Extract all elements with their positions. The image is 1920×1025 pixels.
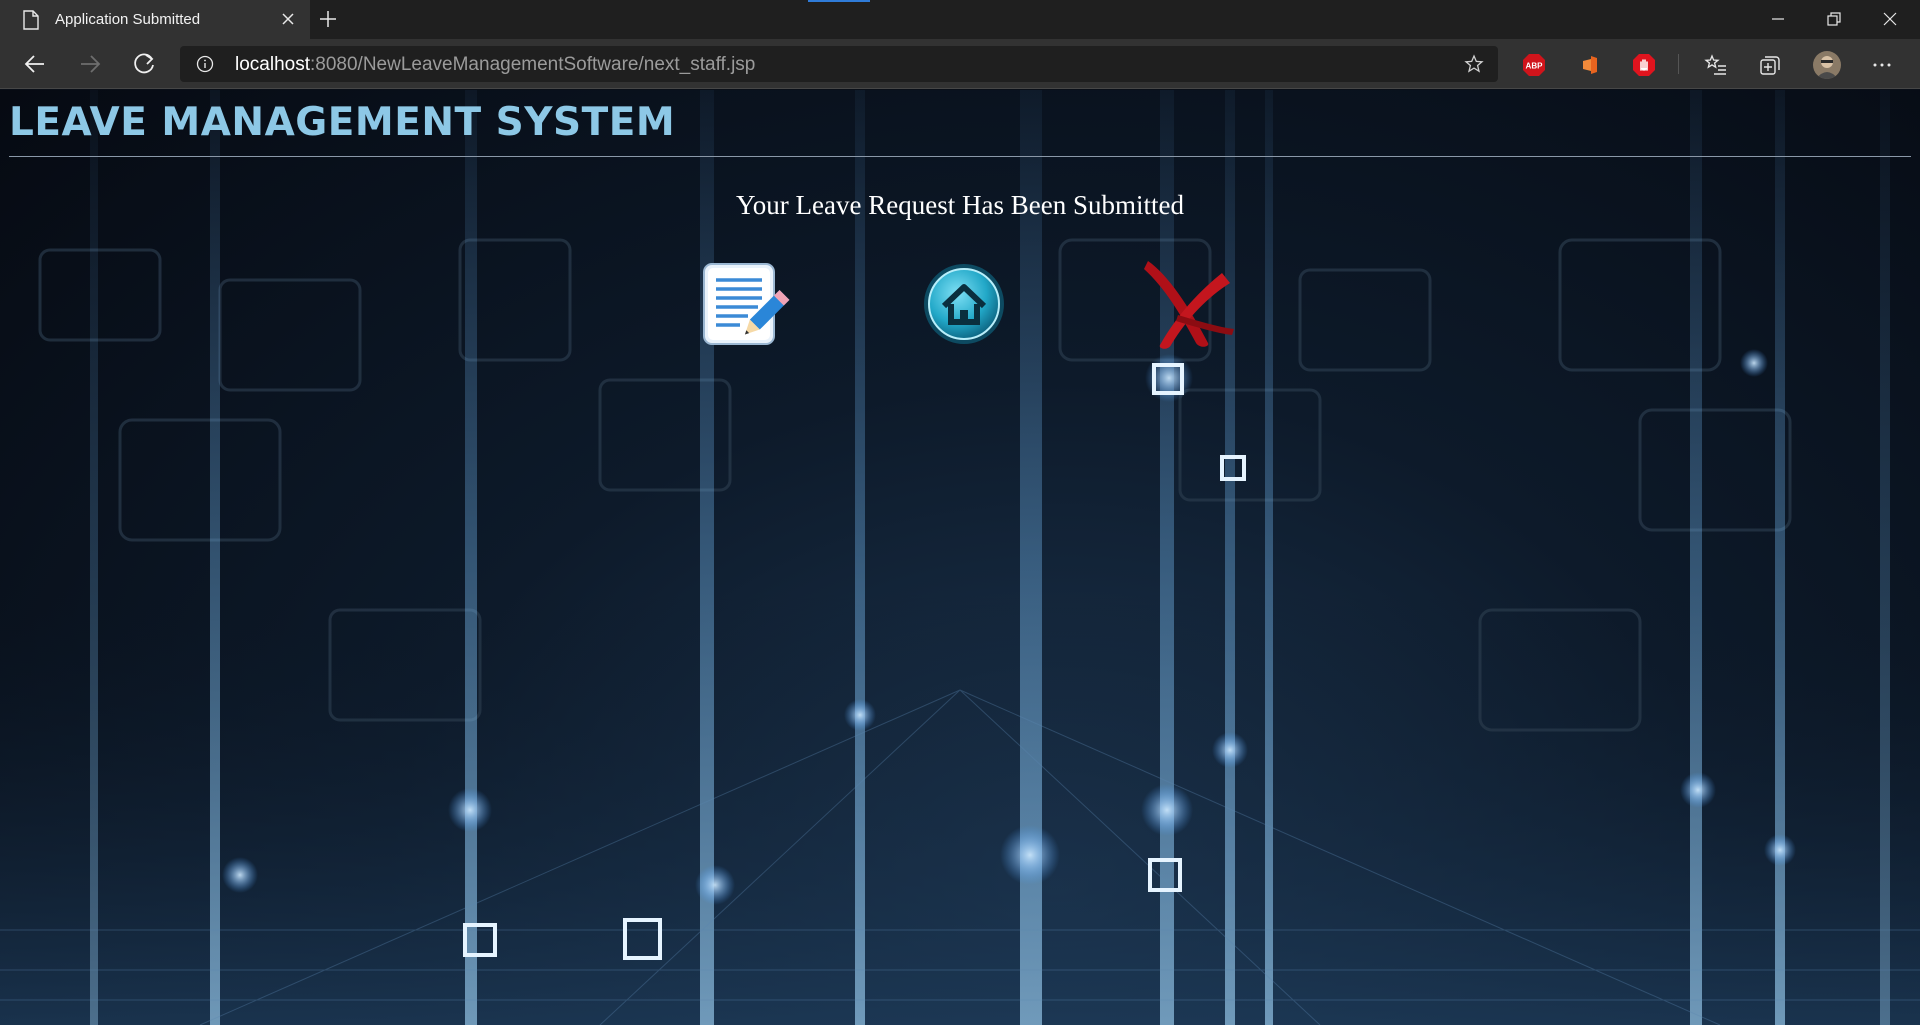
restore-icon [1827, 12, 1841, 26]
browser-tab-strip: Application Submitted [0, 0, 1920, 39]
favorites-list-icon[interactable] [1704, 53, 1728, 77]
url-text: localhost:8080/NewLeaveManagementSoftwar… [235, 54, 755, 76]
reload-icon[interactable] [132, 51, 158, 77]
close-window-button[interactable] [1862, 0, 1918, 39]
home-icon[interactable] [922, 262, 1006, 346]
site-title: LEAVE MANAGEMENT SYSTEM [9, 100, 676, 145]
tab-drag-indicator [808, 0, 870, 2]
adblock-icon[interactable]: ABP [1522, 53, 1546, 77]
office-extension-icon[interactable] [1578, 53, 1602, 77]
avatar-icon [1813, 51, 1841, 79]
new-tab-icon[interactable] [318, 9, 338, 29]
minimize-button[interactable] [1750, 0, 1806, 39]
back-arrow-icon[interactable] [22, 51, 48, 77]
minimize-icon [1772, 18, 1784, 20]
url-path: :8080/NewLeaveManagementSoftware/next_st… [310, 54, 756, 75]
favorite-star-icon[interactable] [1464, 54, 1484, 74]
forward-arrow-icon[interactable] [77, 51, 103, 77]
url-host: localhost [235, 54, 310, 75]
address-bar[interactable]: localhost:8080/NewLeaveManagementSoftwar… [180, 46, 1498, 82]
block-hand-icon[interactable] [1632, 53, 1656, 77]
page-content: LEAVE MANAGEMENT SYSTEM Your Leave Reque… [0, 90, 1920, 1025]
collections-icon[interactable] [1758, 53, 1782, 77]
edit-document-icon[interactable] [702, 262, 790, 348]
submission-message-text: Your Leave Request Has Been Submitted [736, 190, 1184, 220]
browser-tab[interactable]: Application Submitted [0, 0, 310, 39]
submission-message: Your Leave Request Has Been Submitted [0, 190, 1920, 221]
circuit-background-image [0, 90, 1920, 1025]
close-x-icon[interactable] [1138, 255, 1236, 355]
page-icon [23, 10, 39, 30]
title-divider [9, 156, 1911, 157]
toolbar-separator [1678, 54, 1679, 74]
site-info-icon[interactable] [196, 55, 214, 73]
close-tab-icon[interactable] [280, 11, 296, 27]
adblock-label: ABP [1526, 62, 1544, 71]
close-window-icon [1883, 12, 1897, 26]
tab-title: Application Submitted [55, 11, 201, 28]
more-options-icon[interactable] [1870, 53, 1894, 77]
restore-button[interactable] [1806, 0, 1862, 39]
browser-toolbar: localhost:8080/NewLeaveManagementSoftwar… [0, 39, 1920, 89]
profile-avatar[interactable] [1813, 51, 1841, 79]
